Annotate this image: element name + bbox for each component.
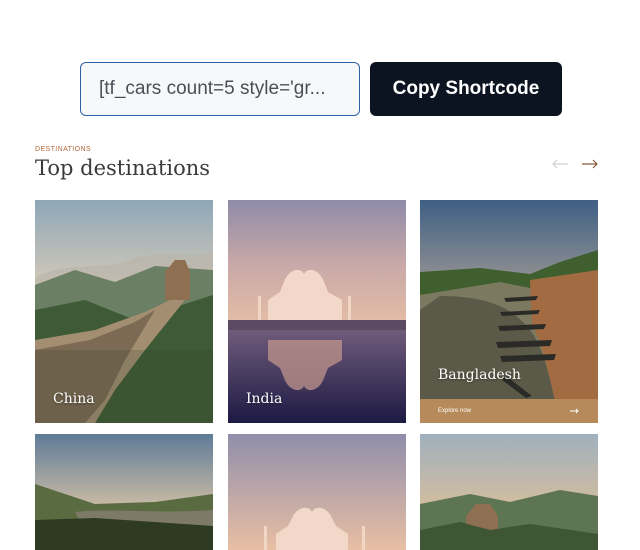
river-image bbox=[35, 434, 213, 550]
destination-name: China bbox=[53, 391, 95, 407]
destination-name: India bbox=[246, 391, 283, 407]
explore-now-label: Explore now bbox=[438, 408, 472, 414]
destination-card-wall[interactable] bbox=[420, 434, 598, 550]
carousel-prev-button[interactable] bbox=[548, 154, 572, 174]
destination-card-india[interactable]: India bbox=[228, 200, 406, 423]
great-wall-image bbox=[420, 434, 598, 550]
destination-card-taj[interactable] bbox=[228, 434, 406, 550]
section-eyebrow: DESTINATIONS bbox=[35, 146, 92, 153]
destination-card-china[interactable]: China bbox=[35, 200, 213, 423]
river-boats-image bbox=[420, 200, 598, 423]
taj-mahal-image bbox=[228, 200, 406, 423]
section-title: Top destinations bbox=[35, 156, 211, 180]
shortcode-input[interactable] bbox=[80, 62, 360, 116]
great-wall-image bbox=[35, 200, 213, 423]
destination-name: Bangladesh bbox=[438, 367, 521, 383]
arrow-right-icon bbox=[570, 408, 579, 414]
taj-mahal-image bbox=[228, 434, 406, 550]
copy-shortcode-button[interactable]: Copy Shortcode bbox=[370, 62, 562, 116]
carousel-next-button[interactable] bbox=[578, 154, 602, 174]
destination-card-river[interactable] bbox=[35, 434, 213, 550]
destination-card-bangladesh[interactable]: Bangladesh Explore now bbox=[420, 200, 598, 423]
explore-now-link[interactable]: Explore now bbox=[420, 399, 598, 423]
arrow-left-icon bbox=[552, 159, 568, 169]
arrow-right-icon bbox=[582, 159, 598, 169]
